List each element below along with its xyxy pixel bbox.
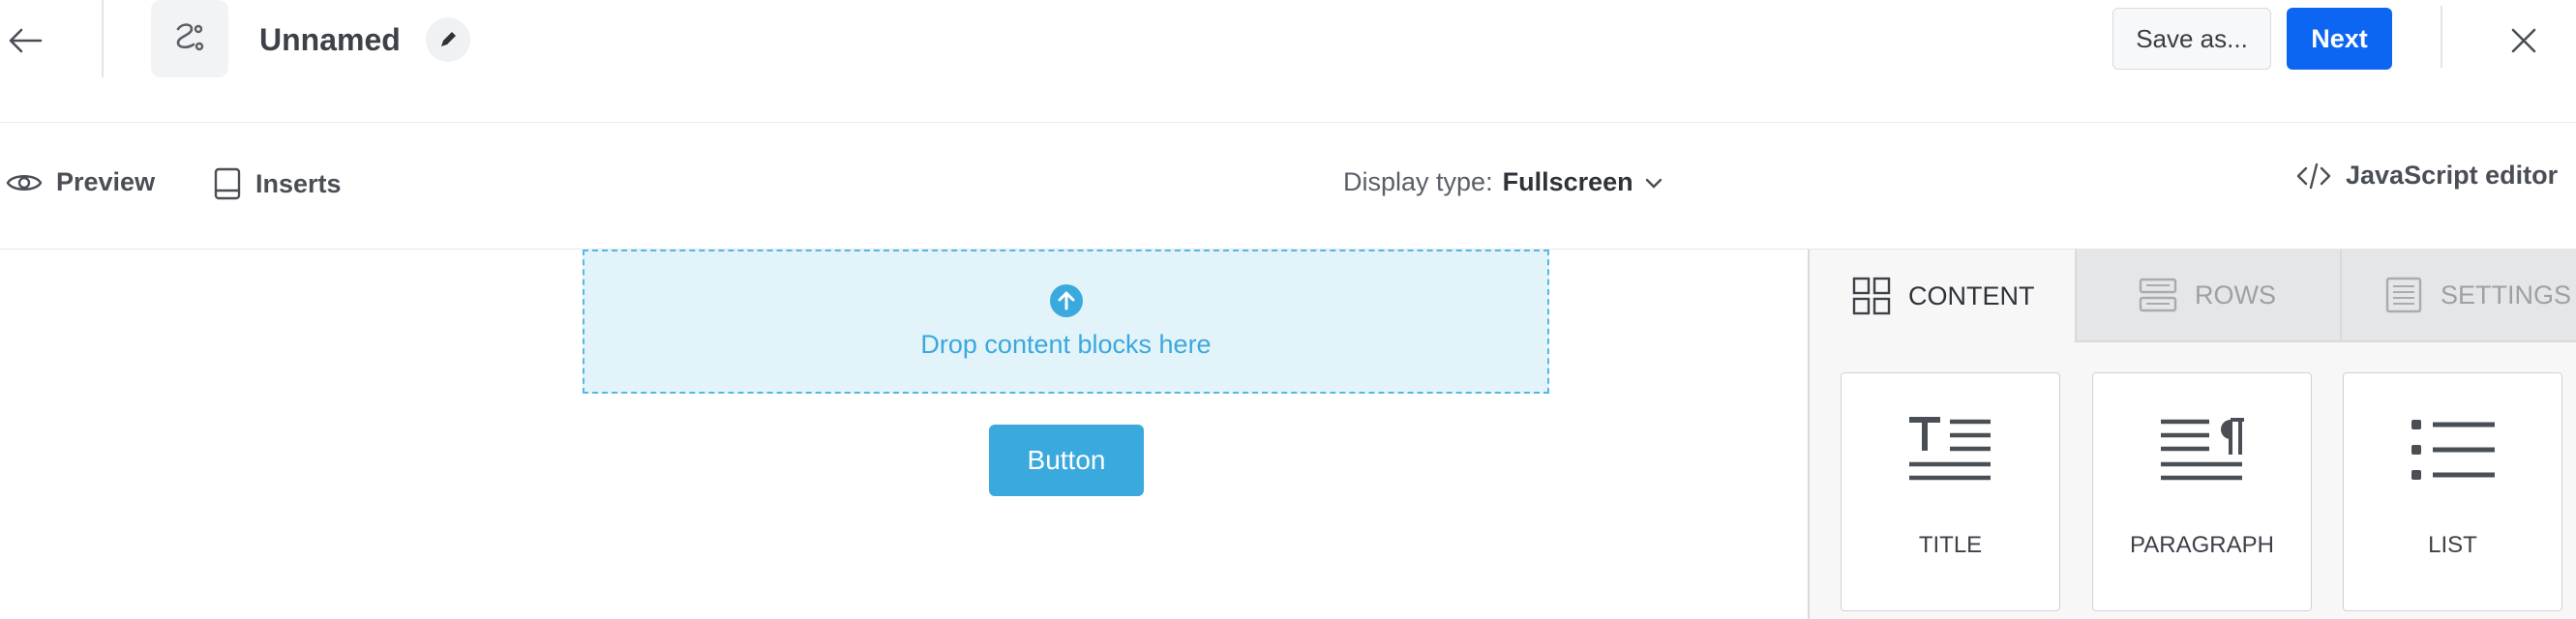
- editor-toolbar: Preview Inserts Display type: Fullscreen…: [0, 124, 2576, 250]
- tab-rows[interactable]: ROWS: [2075, 250, 2340, 342]
- title-icon: [1908, 417, 1991, 481]
- inserts-label: Inserts: [255, 168, 342, 198]
- list-block-tile[interactable]: LIST: [2343, 372, 2562, 611]
- rename-button[interactable]: [426, 17, 470, 62]
- inserts-button[interactable]: Inserts: [213, 167, 342, 200]
- flow-type-badge: [151, 0, 228, 77]
- javascript-editor-button[interactable]: JavaScript editor: [2295, 161, 2558, 191]
- close-icon: [2511, 28, 2536, 53]
- display-type-select[interactable]: Display type: Fullscreen: [1343, 167, 1664, 197]
- tab-rows-label: ROWS: [2195, 280, 2276, 310]
- title-block-label: TITLE: [1918, 532, 1983, 558]
- grid-icon: [1852, 277, 1891, 315]
- preview-label: Preview: [56, 167, 156, 196]
- eye-icon: [6, 174, 43, 191]
- preview-button[interactable]: Preview: [6, 167, 155, 197]
- list-block-label: LIST: [2428, 532, 2477, 558]
- book-icon: [214, 167, 241, 200]
- chevron-down-icon: [1645, 178, 1662, 189]
- divider: [2441, 6, 2442, 68]
- rows-icon: [2139, 278, 2177, 312]
- javascript-editor-label: JavaScript editor: [2346, 161, 2559, 190]
- canvas-button-block[interactable]: Button: [989, 425, 1144, 496]
- display-type-value: Fullscreen: [1502, 167, 1633, 196]
- next-button[interactable]: Next: [2287, 8, 2392, 70]
- save-as-button[interactable]: Save as...: [2112, 8, 2271, 70]
- back-button[interactable]: [0, 15, 50, 66]
- pencil-icon: [441, 32, 456, 46]
- top-bar: Unnamed Save as... Next: [0, 0, 2576, 123]
- close-button[interactable]: [2497, 14, 2551, 68]
- content-panel: CONTENT ROWS SETTINGS TITLE PARAGRAPH LI…: [1808, 250, 2576, 619]
- arrow-left-icon: [9, 28, 43, 53]
- tab-settings-label: SETTINGS: [2441, 280, 2572, 310]
- tab-content-label: CONTENT: [1908, 280, 2035, 310]
- panel-tabs: CONTENT ROWS SETTINGS: [1810, 250, 2576, 342]
- title-block-tile[interactable]: TITLE: [1841, 372, 2060, 611]
- drop-zone[interactable]: Drop content blocks here: [583, 250, 1549, 394]
- divider: [102, 0, 104, 77]
- tab-settings[interactable]: SETTINGS: [2340, 250, 2576, 342]
- code-icon: [2296, 162, 2331, 189]
- editor-canvas: Drop content blocks here Button: [0, 250, 1808, 619]
- display-type-label: Display type:: [1343, 167, 1493, 196]
- page-title: Unnamed: [259, 22, 401, 57]
- route-icon: [176, 23, 204, 51]
- tab-content[interactable]: CONTENT: [1810, 250, 2075, 342]
- upload-arrow-icon: [1049, 284, 1083, 317]
- paragraph-icon: [2160, 418, 2244, 481]
- paragraph-block-tile[interactable]: PARAGRAPH: [2092, 372, 2312, 611]
- drop-zone-text: Drop content blocks here: [920, 330, 1212, 359]
- list-icon: [2411, 420, 2495, 480]
- settings-document-icon: [2385, 277, 2422, 313]
- paragraph-block-label: PARAGRAPH: [2130, 532, 2274, 558]
